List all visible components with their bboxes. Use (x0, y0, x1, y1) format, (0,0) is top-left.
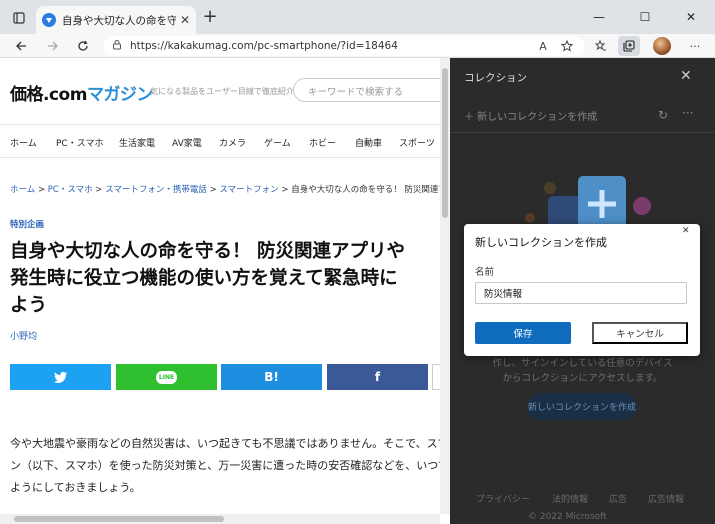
dialog-close-icon[interactable]: ✕ (682, 226, 690, 236)
breadcrumb-link[interactable]: スマートフォン・携帯電話 (105, 185, 207, 195)
forward-arrow-icon[interactable] (42, 36, 64, 56)
breadcrumb-link[interactable]: スマートフォン (219, 185, 278, 195)
nav-item-camera[interactable]: カメラ (219, 136, 246, 149)
article-author[interactable]: 小野均 (10, 329, 37, 342)
refresh-icon[interactable] (72, 36, 94, 56)
line-share-button[interactable]: LINE (116, 364, 217, 390)
vertical-scrollbar-thumb[interactable] (442, 68, 448, 218)
web-page: 価格.comマガジン 気になる製品をユーザー目線で徹底紹介 キーワードで検索する… (0, 58, 450, 524)
new-collection-link[interactable]: ＋ 新しいコレクションを作成 (464, 108, 597, 123)
breadcrumb-current: 自身や大切な人の命を守る！ 防災関連アプリや災害 (291, 185, 450, 195)
sync-icon[interactable]: ↻ (658, 108, 668, 122)
tab-strip: 自身や大切な人の命を守る！ 防災 ✕ + — ☐ ✕ (0, 0, 715, 34)
close-pane-icon[interactable]: ✕ (680, 68, 692, 84)
cancel-button[interactable]: キャンセル (592, 322, 688, 344)
lock-icon[interactable] (112, 39, 122, 53)
nav-item-hobby[interactable]: ホビー (309, 136, 336, 149)
line-icon: LINE (155, 370, 178, 384)
dialog-title: 新しいコレクションを作成 (475, 236, 607, 249)
minimize-button[interactable]: — (576, 0, 622, 34)
site-tagline: 気になる製品をユーザー目線で徹底紹介 (150, 87, 294, 96)
more-options-icon[interactable]: ··· (682, 106, 693, 120)
nav-item-av[interactable]: AV家電 (172, 136, 202, 149)
copyright: © 2022 Microsoft (528, 512, 607, 522)
name-label: 名前 (475, 267, 495, 278)
browser-tab[interactable]: 自身や大切な人の命を守る！ 防災 ✕ (36, 6, 196, 34)
tab-title: 自身や大切な人の命を守る！ 防災 (62, 14, 176, 27)
nav-item-appliances[interactable]: 生活家電 (119, 136, 155, 149)
new-collection-dialog: 新しいコレクションを作成 ✕ 名前 保存 キャンセル (464, 224, 700, 356)
nav-item-game[interactable]: ゲーム (264, 136, 291, 149)
horizontal-scrollbar-thumb[interactable] (14, 516, 224, 522)
footer-link-legal[interactable]: 法的情報 (552, 492, 588, 505)
address-bar[interactable]: https://kakakumag.com/pc-smartphone/?id=… (104, 36, 584, 56)
hatena-share-button[interactable]: B! (221, 364, 322, 390)
favorites-icon[interactable] (590, 36, 612, 56)
article-kicker[interactable]: 特別企画 (10, 218, 44, 230)
breadcrumb-link[interactable]: ホーム (10, 185, 35, 195)
toolbar: https://kakakumag.com/pc-smartphone/?id=… (0, 34, 715, 58)
collections-hint: 作し、サインインしている任意のデバイス からコレクションにアクセスします。 (492, 358, 673, 384)
twitter-share-button[interactable] (10, 364, 111, 390)
tab-close-icon[interactable]: ✕ (180, 13, 190, 27)
save-button[interactable]: 保存 (475, 322, 571, 344)
global-nav: ホーム PC・スマホ 生活家電 AV家電 カメラ ゲーム ホビー 自動車 スポー… (0, 124, 450, 158)
collections-icon[interactable] (618, 36, 640, 56)
settings-more-icon[interactable]: ··· (684, 36, 706, 56)
twitter-icon (53, 371, 67, 383)
maximize-button[interactable]: ☐ (622, 0, 668, 34)
url-text: https://kakakumag.com/pc-smartphone/?id=… (130, 40, 398, 52)
site-logo[interactable]: 価格.comマガジン (10, 80, 153, 105)
back-arrow-icon[interactable] (10, 36, 32, 56)
footer-link-ads[interactable]: 広告 (609, 492, 627, 505)
article-title: 自身や大切な人の命を守る！ 防災関連アプリや 発生時に役立つ機能の使い方を覚えて… (10, 241, 405, 316)
favorite-star-icon[interactable] (556, 36, 578, 56)
create-collection-button[interactable]: 新しいコレクションを作成 (527, 393, 637, 420)
collection-name-input[interactable] (475, 282, 687, 304)
site-favicon-icon (42, 13, 56, 27)
article-body: 今や大地震や豪雨などの自然災害は、いつ起きても不思議ではありません。そこで、スマ… (10, 437, 450, 494)
site-search-input[interactable]: キーワードで検索する (293, 78, 450, 102)
tab-actions-icon[interactable] (8, 7, 30, 29)
new-tab-button[interactable]: + (200, 8, 220, 28)
collections-title: コレクション (464, 72, 527, 84)
profile-avatar[interactable] (653, 37, 671, 55)
breadcrumb: ホーム > PC・スマホ > スマートフォン・携帯電話 > スマートフォン > … (10, 183, 450, 195)
nav-item-home[interactable]: ホーム (10, 136, 37, 149)
footer-link-ad-info[interactable]: 広告情報 (648, 492, 684, 505)
footer-link-privacy[interactable]: プライバシー (476, 492, 530, 505)
breadcrumb-link[interactable]: PC・スマホ (48, 185, 93, 195)
facebook-share-button[interactable]: f (327, 364, 428, 390)
window-close-button[interactable]: ✕ (668, 0, 714, 34)
nav-item-car[interactable]: 自動車 (355, 136, 382, 149)
nav-item-sports[interactable]: スポーツ (399, 136, 435, 149)
nav-item-pc-smartphone[interactable]: PC・スマホ (56, 136, 103, 149)
read-aloud-icon[interactable]: A (532, 36, 554, 56)
divider (450, 132, 715, 133)
